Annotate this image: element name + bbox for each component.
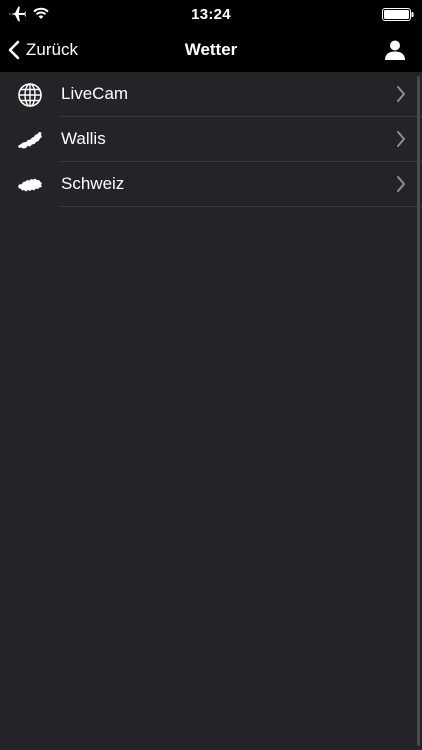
content-area: LiveCam Wallis Schweiz	[0, 72, 422, 750]
switzerland-map-icon	[18, 178, 42, 192]
list-item-wallis[interactable]: Wallis	[0, 117, 422, 162]
list-item-schweiz[interactable]: Schweiz	[0, 162, 422, 207]
page-title: Wetter	[184, 40, 238, 59]
battery-icon	[382, 8, 414, 21]
chevron-right-icon	[397, 86, 405, 102]
status-time: 13:24	[191, 6, 231, 23]
list-item-label: LiveCam	[61, 84, 129, 103]
list-item-label: Wallis	[61, 129, 106, 148]
list-item-livecam[interactable]: LiveCam	[0, 72, 422, 117]
chevron-right-icon	[397, 176, 405, 192]
status-bar: 13:24	[0, 0, 422, 28]
globe-icon	[18, 83, 42, 107]
divider	[60, 206, 422, 207]
wallis-map-icon	[18, 132, 42, 149]
chevron-right-icon	[397, 131, 405, 147]
list-item-label: Schweiz	[61, 174, 125, 193]
navigation-bar: Zurück Wetter	[0, 28, 422, 72]
person-icon[interactable]	[384, 39, 406, 61]
menu-list: LiveCam Wallis Schweiz	[0, 72, 422, 207]
scrollbar[interactable]	[417, 76, 420, 746]
